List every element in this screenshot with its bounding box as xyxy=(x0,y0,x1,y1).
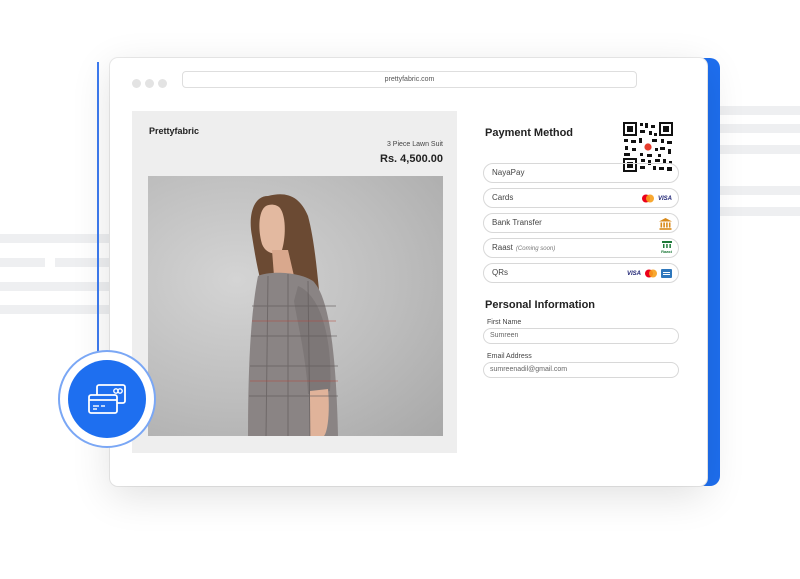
payment-method-title: Payment Method xyxy=(485,127,574,139)
raast-logo-text: Raast xyxy=(661,249,672,254)
bank-icon xyxy=(659,217,672,230)
bg-stripe xyxy=(720,124,800,133)
product-panel: Prettyfabric 3 Piece Lawn Suit Rs. 4,500… xyxy=(132,111,457,453)
browser-titlebar: prettyfabric.com xyxy=(110,58,707,102)
payment-option-qrs[interactable]: QRs VISA xyxy=(483,263,679,283)
bg-stripe xyxy=(720,145,800,154)
window-dot xyxy=(145,79,154,88)
card-badge-inner xyxy=(68,360,146,438)
product-photo xyxy=(148,176,443,436)
first-name-field[interactable]: Sumreen xyxy=(483,328,679,344)
mastercard-icon xyxy=(645,269,657,278)
email-field[interactable]: sumreenadil@gmail.com xyxy=(483,362,679,378)
payment-option-label: Raast xyxy=(492,243,513,252)
payment-option-label: Cards xyxy=(492,193,514,202)
product-price: Rs. 4,500.00 xyxy=(380,153,443,165)
store-brand: Prettyfabric xyxy=(149,126,200,136)
mastercard-icon xyxy=(641,194,654,203)
email-label: Email Address xyxy=(487,353,532,360)
credit-cards-icon xyxy=(88,384,126,414)
amex-icon xyxy=(661,269,672,278)
payment-option-label: QRs xyxy=(492,268,508,277)
card-badge xyxy=(58,350,156,448)
bg-stripe xyxy=(0,282,110,291)
bg-stripe xyxy=(55,258,110,267)
model-image xyxy=(248,194,338,436)
first-name-label: First Name xyxy=(487,319,522,326)
product-name: 3 Piece Lawn Suit xyxy=(386,141,443,148)
bg-stripe xyxy=(0,234,110,243)
raast-icon: Raast xyxy=(661,241,672,254)
url-bar[interactable]: prettyfabric.com xyxy=(182,71,637,88)
card-brand-icons: VISA xyxy=(641,192,672,205)
personal-info-title: Personal Information xyxy=(485,299,596,311)
visa-icon: VISA xyxy=(626,270,641,277)
payment-option-raast[interactable]: Raast (Coming soon) Raast xyxy=(483,238,679,258)
bg-stripe xyxy=(720,207,800,216)
visa-icon: VISA xyxy=(657,195,672,202)
accent-line xyxy=(97,62,99,362)
window-dot xyxy=(132,79,141,88)
payment-option-label: NayaPay xyxy=(492,168,525,177)
payment-option-label: Bank Transfer xyxy=(492,218,542,227)
bg-stripe xyxy=(720,106,800,115)
bg-stripe xyxy=(0,258,45,267)
payment-option-nayapay[interactable]: NayaPay xyxy=(483,163,679,183)
qr-brand-icons: VISA xyxy=(627,267,672,280)
payment-option-bank-transfer[interactable]: Bank Transfer xyxy=(483,213,679,233)
browser-window: prettyfabric.com Prettyfabric 3 Piece La… xyxy=(110,58,707,486)
coming-soon-tag: (Coming soon) xyxy=(515,246,556,252)
bg-stripe xyxy=(720,186,800,195)
window-dot xyxy=(158,79,167,88)
payment-option-cards[interactable]: Cards VISA xyxy=(483,188,679,208)
bg-stripe xyxy=(0,305,110,314)
